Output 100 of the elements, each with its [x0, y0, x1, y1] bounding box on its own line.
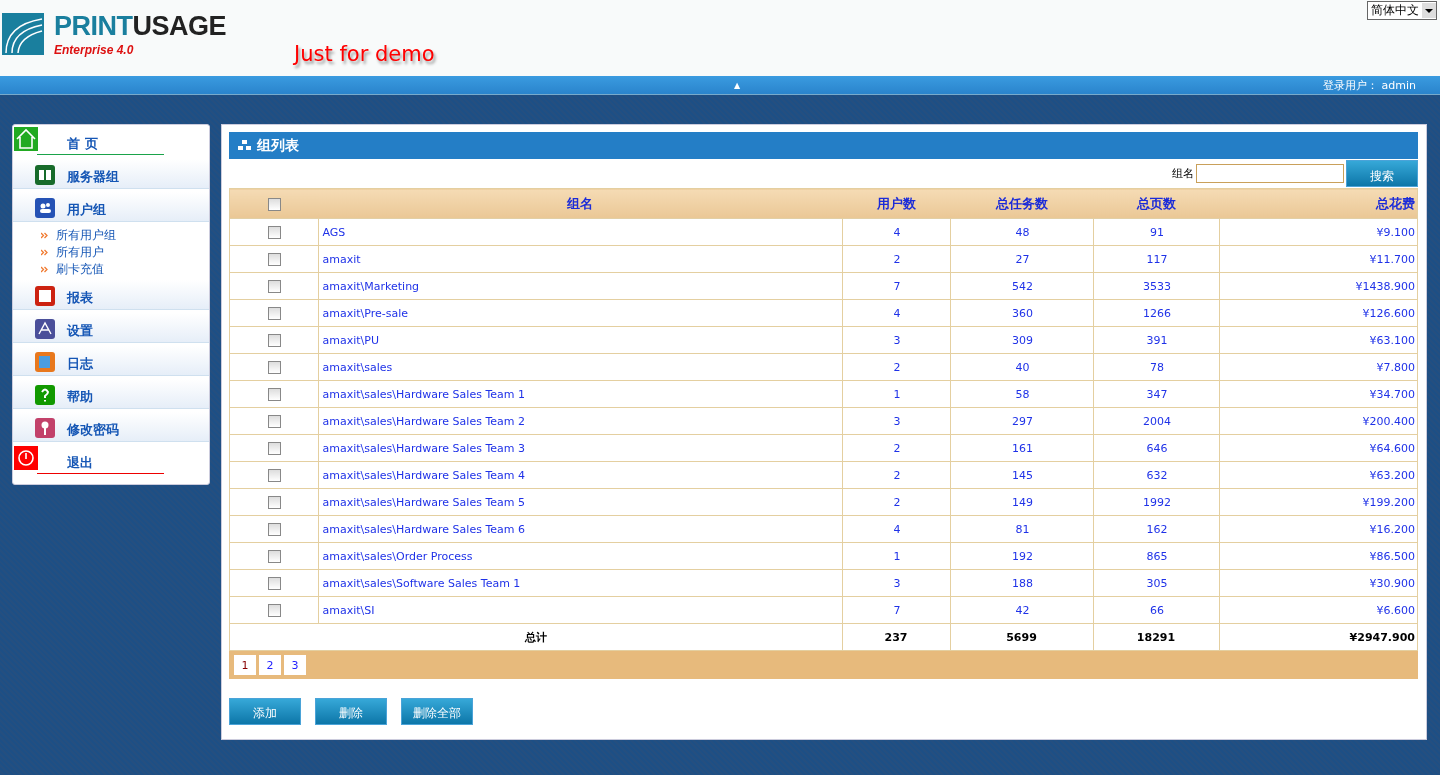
language-select[interactable]: 简体中文 [1367, 1, 1437, 20]
table-cell: 7 [842, 272, 950, 300]
table-cell: ¥86.500 [1219, 542, 1418, 570]
table-cell: 1266 [1093, 299, 1219, 327]
table-cell: 391 [1093, 326, 1219, 354]
table-cell: 7 [842, 596, 950, 624]
table-cell: 347 [1093, 380, 1219, 408]
group-link[interactable]: amaxit\sales\Hardware Sales Team 1 [318, 380, 842, 408]
group-link[interactable]: amaxit\sales\Hardware Sales Team 6 [318, 515, 842, 543]
table-cell: 3 [842, 569, 950, 597]
action-button[interactable]: 添加 [229, 698, 301, 725]
search-button[interactable]: 搜索 [1346, 160, 1418, 187]
table-cell: 1 [842, 542, 950, 570]
row-checkbox[interactable] [268, 549, 282, 563]
group-link[interactable]: amaxit\sales\Hardware Sales Team 3 [318, 434, 842, 462]
help-icon [35, 385, 55, 405]
hierarchy-icon [238, 140, 251, 151]
table-cell: 188 [950, 569, 1093, 597]
row-checkbox[interactable] [268, 441, 282, 455]
table-cell: 309 [950, 326, 1093, 354]
table-cell: 3533 [1093, 272, 1219, 300]
table-cell: 161 [950, 434, 1093, 462]
table-cell: ¥63.200 [1219, 461, 1418, 489]
table-cell: 149 [950, 488, 1093, 516]
table-cell: 1 [842, 380, 950, 408]
table-cell: 2 [842, 245, 950, 273]
row-checkbox[interactable] [268, 576, 282, 590]
row-checkbox[interactable] [268, 225, 282, 239]
table-cell: 542 [950, 272, 1093, 300]
row-checkbox[interactable] [268, 495, 282, 509]
table-cell: 4 [842, 218, 950, 246]
page-link[interactable]: 2 [259, 655, 281, 675]
table-cell: ¥6.600 [1219, 596, 1418, 624]
row-checkbox[interactable] [268, 252, 282, 266]
column-header: 组名 [318, 188, 842, 219]
row-checkbox[interactable] [268, 279, 282, 293]
table-cell: ¥34.700 [1219, 380, 1418, 408]
row-checkbox[interactable] [268, 603, 282, 617]
group-link[interactable]: amaxit\PU [318, 326, 842, 354]
table-cell: 646 [1093, 434, 1219, 462]
table-cell: 360 [950, 299, 1093, 327]
table-cell: 117 [1093, 245, 1219, 273]
group-link[interactable]: amaxit\Marketing [318, 272, 842, 300]
page-link[interactable]: 1 [234, 655, 256, 675]
table-cell: 27 [950, 245, 1093, 273]
row-checkbox[interactable] [268, 522, 282, 536]
table-cell: 2004 [1093, 407, 1219, 435]
panel-title: 组列表 [257, 136, 299, 155]
table-cell: ¥7.800 [1219, 353, 1418, 381]
table-cell: 91 [1093, 218, 1219, 246]
row-checkbox[interactable] [268, 414, 282, 428]
row-checkbox[interactable] [268, 333, 282, 347]
action-button[interactable]: 删除全部 [401, 698, 473, 725]
group-link[interactable]: amaxit\sales [318, 353, 842, 381]
row-checkbox[interactable] [268, 468, 282, 482]
nav-subitem[interactable]: 刷卡充值 [13, 261, 209, 278]
action-button[interactable]: 删除 [315, 698, 387, 725]
table-cell: 4 [842, 515, 950, 543]
group-link[interactable]: amaxit\sales\Hardware Sales Team 5 [318, 488, 842, 516]
nav-item[interactable]: 帮助 [13, 379, 209, 409]
column-header: 总任务数 [950, 188, 1093, 219]
table-cell: 145 [950, 461, 1093, 489]
table-cell: ¥200.400 [1219, 407, 1418, 435]
select-all-checkbox[interactable] [267, 198, 281, 211]
table-cell: ¥199.200 [1219, 488, 1418, 516]
table-cell: ¥126.600 [1219, 299, 1418, 327]
logged-in-user: 登录用户： admin [1323, 77, 1416, 93]
total-cell: 18291 [1093, 623, 1219, 651]
total-cell: 237 [842, 623, 950, 651]
collapse-toggle[interactable]: ▲ [734, 80, 741, 90]
group-link[interactable]: amaxit\sales\Hardware Sales Team 4 [318, 461, 842, 489]
nav-item[interactable]: 首 页 [13, 126, 209, 156]
table-cell: ¥9.100 [1219, 218, 1418, 246]
table-cell: 865 [1093, 542, 1219, 570]
row-checkbox[interactable] [268, 360, 282, 374]
table-cell: 48 [950, 218, 1093, 246]
table-cell: 58 [950, 380, 1093, 408]
group-link[interactable]: amaxit\sales\Hardware Sales Team 2 [318, 407, 842, 435]
group-link[interactable]: AGS [318, 218, 842, 246]
row-checkbox[interactable] [268, 306, 282, 320]
page-link[interactable]: 3 [284, 655, 306, 675]
table-cell: 4 [842, 299, 950, 327]
group-link[interactable]: amaxit [318, 245, 842, 273]
group-link[interactable]: amaxit\SI [318, 596, 842, 624]
row-checkbox[interactable] [268, 387, 282, 401]
table-cell: 162 [1093, 515, 1219, 543]
table-cell: 78 [1093, 353, 1219, 381]
nav-subitem[interactable]: 所有用户 [13, 244, 209, 261]
group-link[interactable]: amaxit\sales\Order Process [318, 542, 842, 570]
column-header: 总花费 [1219, 188, 1418, 219]
group-link[interactable]: amaxit\sales\Software Sales Team 1 [318, 569, 842, 597]
nav-subitem[interactable]: 所有用户组 [13, 227, 209, 244]
group-link[interactable]: amaxit\Pre-sale [318, 299, 842, 327]
column-header: 总页数 [1093, 188, 1219, 219]
search-field[interactable] [1196, 164, 1344, 183]
table-cell: ¥16.200 [1219, 515, 1418, 543]
settings-icon [35, 319, 55, 339]
table-cell: ¥11.700 [1219, 245, 1418, 273]
table-cell: 42 [950, 596, 1093, 624]
table-cell: 1992 [1093, 488, 1219, 516]
